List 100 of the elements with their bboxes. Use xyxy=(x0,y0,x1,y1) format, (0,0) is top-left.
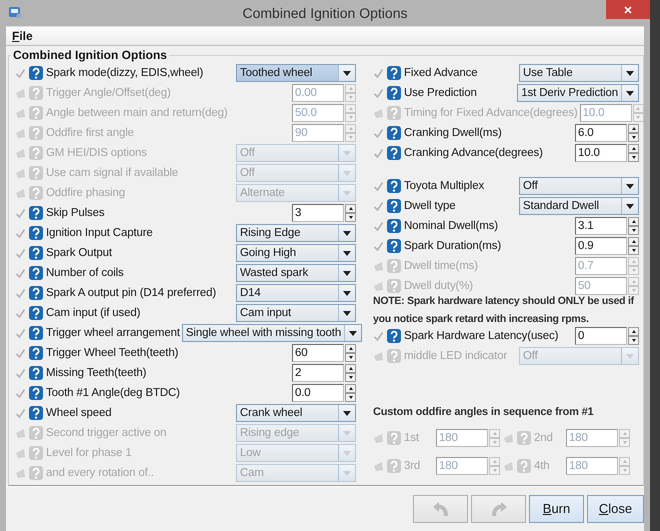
check-icon xyxy=(15,88,26,98)
dropdown[interactable]: Use Table xyxy=(519,64,639,82)
option-label: Toyota Multiplex xyxy=(404,180,484,192)
number-field[interactable]: 0 xyxy=(575,327,627,345)
option-label: Cranking Dwell(ms) xyxy=(404,127,502,139)
help-icon xyxy=(29,286,43,300)
menu-item[interactable]: File xyxy=(10,29,35,43)
dropdown[interactable]: D14 xyxy=(236,284,356,302)
help-icon xyxy=(29,326,43,340)
option-label: 4th xyxy=(534,460,551,472)
option-label: Spark A output pin (D14 preferred) xyxy=(46,287,216,299)
spinner-buttons[interactable] xyxy=(628,217,639,235)
check-icon xyxy=(373,280,384,292)
option-label: Tooth #1 Angle(deg BTDC) xyxy=(46,387,180,399)
option-label: GM HEI/DIS options xyxy=(46,147,147,159)
number-field[interactable]: 60 xyxy=(292,344,344,362)
number-field[interactable]: 10.0 xyxy=(575,144,627,162)
help-icon xyxy=(29,306,43,320)
spinner-buttons[interactable] xyxy=(345,344,356,362)
help-icon xyxy=(29,406,43,420)
help-icon xyxy=(387,279,401,293)
check-icon xyxy=(503,460,514,472)
option-label: Number of coils xyxy=(46,267,124,279)
number-field[interactable]: 0.0 xyxy=(292,384,344,402)
spinner-buttons[interactable] xyxy=(345,204,356,222)
option-label: Trigger Wheel Teeth(teeth) xyxy=(46,347,178,359)
help-icon xyxy=(387,126,401,140)
check-icon xyxy=(373,260,384,272)
dialog-button[interactable]: Close xyxy=(587,495,644,523)
help-icon xyxy=(387,431,401,445)
help-icon xyxy=(29,226,43,240)
group-title: Combined Ignition Options xyxy=(12,48,168,62)
option-label: Dwell duty(%) xyxy=(404,280,473,292)
check-icon xyxy=(15,348,26,358)
option-label: 1st xyxy=(404,432,420,444)
option-label: Use Prediction xyxy=(404,87,477,99)
check-icon xyxy=(373,88,384,98)
dropdown[interactable]: Standard Dwell xyxy=(519,197,639,215)
help-icon xyxy=(29,106,43,120)
app-icon xyxy=(8,5,22,19)
check-icon xyxy=(373,128,384,138)
spinner-buttons[interactable] xyxy=(345,384,356,402)
option-label: Oddfire phasing xyxy=(46,187,125,199)
dropdown[interactable]: Crank wheel xyxy=(236,404,356,422)
number-field[interactable]: 0.9 xyxy=(575,237,627,255)
help-icon xyxy=(387,86,401,100)
number-field[interactable]: 2 xyxy=(292,364,344,382)
dropdown[interactable]: 1st Deriv Prediction xyxy=(517,84,639,102)
redo-button[interactable] xyxy=(471,495,526,523)
number-field[interactable]: 6.0 xyxy=(575,124,627,142)
spinner-buttons[interactable] xyxy=(628,237,639,255)
option-label: Spark Hardware Latency(usec) xyxy=(404,330,558,342)
option-label: middle LED indicator xyxy=(404,350,508,362)
check-icon xyxy=(373,330,384,342)
check-icon xyxy=(373,432,384,444)
check-icon xyxy=(15,308,26,318)
dropdown[interactable]: Going High xyxy=(236,244,356,262)
option-label: Timing for Fixed Advance(degrees) xyxy=(404,107,578,119)
dropdown[interactable]: Off xyxy=(519,177,639,195)
dropdown[interactable]: Single wheel with missing tooth xyxy=(182,324,362,342)
window-title: Combined Ignition Options xyxy=(242,5,408,21)
help-icon xyxy=(387,329,401,343)
option-label: Ignition Input Capture xyxy=(46,227,153,239)
dropdown[interactable]: Rising Edge xyxy=(236,224,356,242)
check-icon xyxy=(15,428,26,438)
check-icon xyxy=(15,328,26,338)
help-icon xyxy=(387,349,401,363)
help-icon xyxy=(29,386,43,400)
check-icon xyxy=(15,268,26,278)
undo-button[interactable] xyxy=(413,495,468,523)
check-icon xyxy=(373,220,384,232)
spinner-buttons[interactable] xyxy=(345,364,356,382)
option-label: Dwell time(ms) xyxy=(404,260,478,272)
spinner-buttons[interactable] xyxy=(628,327,639,345)
check-icon xyxy=(15,448,26,458)
check-icon xyxy=(373,108,384,118)
option-label: 3rd xyxy=(404,460,422,472)
spinner-buttons[interactable] xyxy=(628,124,639,142)
help-icon xyxy=(517,431,531,445)
dropdown[interactable]: Wasted spark xyxy=(236,264,356,282)
option-label: Angle between main and return(deg) xyxy=(46,107,228,119)
close-button[interactable] xyxy=(606,0,650,19)
help-icon xyxy=(29,146,43,160)
check-icon xyxy=(15,108,26,118)
dialog-button[interactable]: Burn xyxy=(529,495,584,523)
dropdown[interactable]: Cam input xyxy=(236,304,356,322)
option-label: Level for phase 1 xyxy=(46,447,132,459)
help-icon xyxy=(387,146,401,160)
help-icon xyxy=(29,346,43,360)
option-label: Nominal Dwell(ms) xyxy=(404,220,498,232)
check-icon xyxy=(373,200,384,212)
help-icon xyxy=(29,366,43,380)
spinner-buttons[interactable] xyxy=(628,144,639,162)
number-field[interactable]: 3.1 xyxy=(575,217,627,235)
check-icon xyxy=(15,368,26,378)
close-icon xyxy=(624,6,632,14)
help-icon xyxy=(29,66,43,80)
number-field[interactable]: 3 xyxy=(292,204,344,222)
help-icon xyxy=(387,66,401,80)
dropdown[interactable]: Toothed wheel xyxy=(236,64,356,82)
